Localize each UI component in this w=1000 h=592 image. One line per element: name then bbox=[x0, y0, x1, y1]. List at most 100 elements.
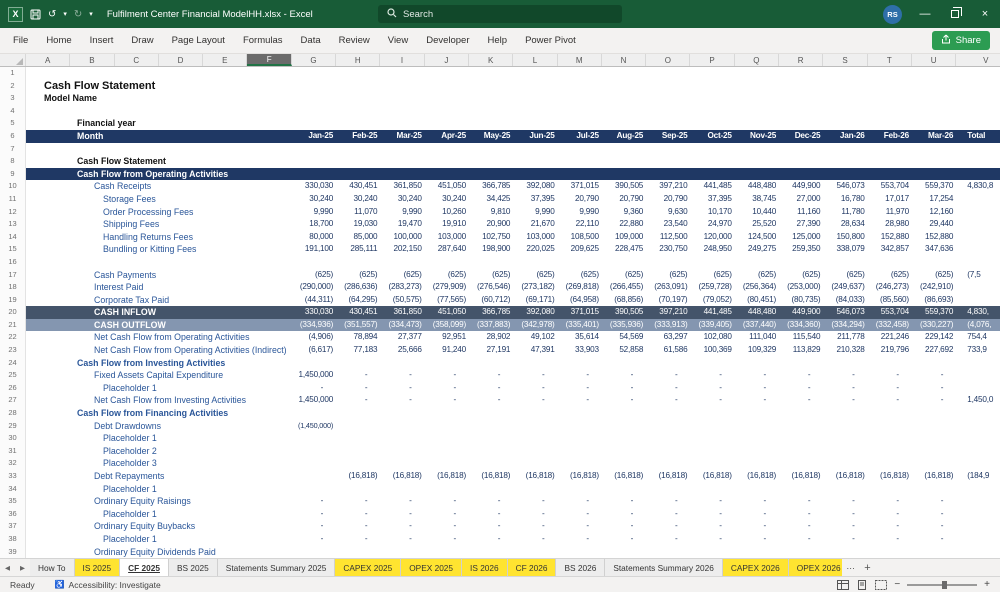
cell[interactable]: 30,240 bbox=[336, 193, 380, 206]
cell[interactable] bbox=[380, 483, 424, 496]
cell[interactable] bbox=[513, 457, 557, 470]
cell[interactable]: 19,910 bbox=[425, 218, 469, 231]
cell[interactable]: (625) bbox=[868, 269, 912, 282]
cell[interactable]: 285,111 bbox=[336, 243, 380, 256]
cell[interactable] bbox=[956, 231, 1000, 244]
column-header-n[interactable]: N bbox=[602, 54, 647, 66]
cell[interactable] bbox=[558, 432, 602, 445]
cell[interactable]: Ordinary Equity Dividends Paid bbox=[26, 546, 292, 558]
cell[interactable] bbox=[380, 407, 424, 420]
cell[interactable]: (625) bbox=[912, 269, 956, 282]
cell[interactable]: 559,370 bbox=[912, 306, 956, 319]
cell[interactable]: - bbox=[823, 382, 867, 395]
cell[interactable] bbox=[735, 407, 779, 420]
cell[interactable]: - bbox=[646, 394, 690, 407]
cell[interactable] bbox=[735, 105, 779, 118]
cell[interactable] bbox=[380, 155, 424, 168]
row-number[interactable]: 6 bbox=[0, 129, 26, 143]
row-number[interactable]: 17 bbox=[0, 268, 26, 282]
cell[interactable] bbox=[735, 143, 779, 156]
cell[interactable]: - bbox=[912, 382, 956, 395]
cell[interactable]: - bbox=[823, 533, 867, 546]
cell[interactable]: 30,240 bbox=[380, 193, 424, 206]
cell[interactable]: 120,000 bbox=[690, 231, 734, 244]
cell[interactable]: - bbox=[823, 495, 867, 508]
cell[interactable] bbox=[602, 445, 646, 458]
undo-icon[interactable]: ↺ bbox=[48, 7, 56, 22]
column-header-k[interactable]: K bbox=[469, 54, 514, 66]
cell[interactable]: - bbox=[823, 508, 867, 521]
cell[interactable]: - bbox=[823, 520, 867, 533]
cell[interactable]: - bbox=[868, 394, 912, 407]
cell[interactable] bbox=[956, 407, 1000, 420]
cell[interactable]: 9,630 bbox=[646, 206, 690, 219]
cell[interactable]: 754,4 bbox=[956, 331, 1000, 344]
cell[interactable]: 34,425 bbox=[469, 193, 513, 206]
cell[interactable] bbox=[380, 457, 424, 470]
cell[interactable] bbox=[646, 407, 690, 420]
cell[interactable]: (16,818) bbox=[646, 470, 690, 483]
cell[interactable]: 11,780 bbox=[823, 206, 867, 219]
cell[interactable]: - bbox=[292, 508, 336, 521]
cell[interactable] bbox=[646, 420, 690, 433]
cell[interactable] bbox=[956, 432, 1000, 445]
cell[interactable]: Total bbox=[956, 130, 1000, 143]
ribbon-tab-developer[interactable]: Developer bbox=[417, 28, 478, 54]
cell[interactable] bbox=[823, 407, 867, 420]
cell[interactable] bbox=[469, 407, 513, 420]
cell[interactable]: 108,500 bbox=[558, 231, 602, 244]
cell[interactable]: (625) bbox=[735, 269, 779, 282]
cell[interactable]: Financial year bbox=[26, 117, 292, 130]
cell[interactable] bbox=[690, 155, 734, 168]
cell[interactable] bbox=[646, 168, 690, 181]
zoom-out-button[interactable]: − bbox=[894, 579, 900, 590]
cell[interactable]: - bbox=[646, 382, 690, 395]
zoom-in-button[interactable]: + bbox=[984, 579, 990, 590]
cell[interactable]: - bbox=[425, 394, 469, 407]
cell[interactable] bbox=[513, 117, 557, 130]
cell[interactable] bbox=[425, 445, 469, 458]
ribbon-tab-formulas[interactable]: Formulas bbox=[234, 28, 292, 54]
new-sheet-button[interactable]: + bbox=[859, 559, 876, 576]
sheet-tab-how-to[interactable]: How To bbox=[30, 559, 75, 576]
cell[interactable]: 546,073 bbox=[823, 306, 867, 319]
cell[interactable]: - bbox=[292, 533, 336, 546]
cell[interactable] bbox=[646, 546, 690, 558]
cell[interactable]: (335,936) bbox=[602, 319, 646, 332]
cell[interactable]: (330,227) bbox=[912, 319, 956, 332]
ribbon-tab-file[interactable]: File bbox=[4, 28, 37, 54]
cell[interactable]: Net Cash Flow from Investing Activities bbox=[26, 394, 292, 407]
column-header-r[interactable]: R bbox=[779, 54, 824, 66]
cell[interactable]: - bbox=[380, 394, 424, 407]
ribbon-tab-review[interactable]: Review bbox=[330, 28, 379, 54]
cell[interactable]: 330,030 bbox=[292, 306, 336, 319]
cell[interactable]: Placeholder 1 bbox=[26, 483, 292, 496]
sheet-tab-is-2025[interactable]: IS 2025 bbox=[74, 559, 121, 576]
cell[interactable] bbox=[646, 80, 690, 93]
cell[interactable]: - bbox=[690, 495, 734, 508]
cell[interactable]: 103,000 bbox=[425, 231, 469, 244]
cell[interactable] bbox=[558, 67, 602, 80]
cell[interactable]: - bbox=[469, 394, 513, 407]
cell[interactable]: Placeholder 1 bbox=[26, 382, 292, 395]
cell[interactable]: Oct-25 bbox=[690, 130, 734, 143]
cell[interactable]: Fixed Assets Capital Expenditure bbox=[26, 369, 292, 382]
cell[interactable] bbox=[425, 432, 469, 445]
sheet-tab-opex-2025[interactable]: OPEX 2025 bbox=[401, 559, 463, 576]
cell[interactable]: (625) bbox=[823, 269, 867, 282]
cell[interactable]: 451,050 bbox=[425, 180, 469, 193]
cell[interactable]: (332,458) bbox=[868, 319, 912, 332]
cell[interactable] bbox=[292, 67, 336, 80]
cell[interactable] bbox=[469, 256, 513, 269]
cell[interactable]: (16,818) bbox=[602, 470, 646, 483]
cell[interactable]: Feb-25 bbox=[336, 130, 380, 143]
cell[interactable] bbox=[956, 382, 1000, 395]
cell[interactable]: (339,405) bbox=[690, 319, 734, 332]
cell[interactable] bbox=[823, 445, 867, 458]
cell[interactable]: 371,015 bbox=[558, 180, 602, 193]
cell[interactable]: 12,160 bbox=[912, 206, 956, 219]
cell[interactable] bbox=[469, 168, 513, 181]
cell[interactable]: (259,728) bbox=[690, 281, 734, 294]
cell[interactable]: 102,750 bbox=[469, 231, 513, 244]
cell[interactable]: 27,000 bbox=[779, 193, 823, 206]
